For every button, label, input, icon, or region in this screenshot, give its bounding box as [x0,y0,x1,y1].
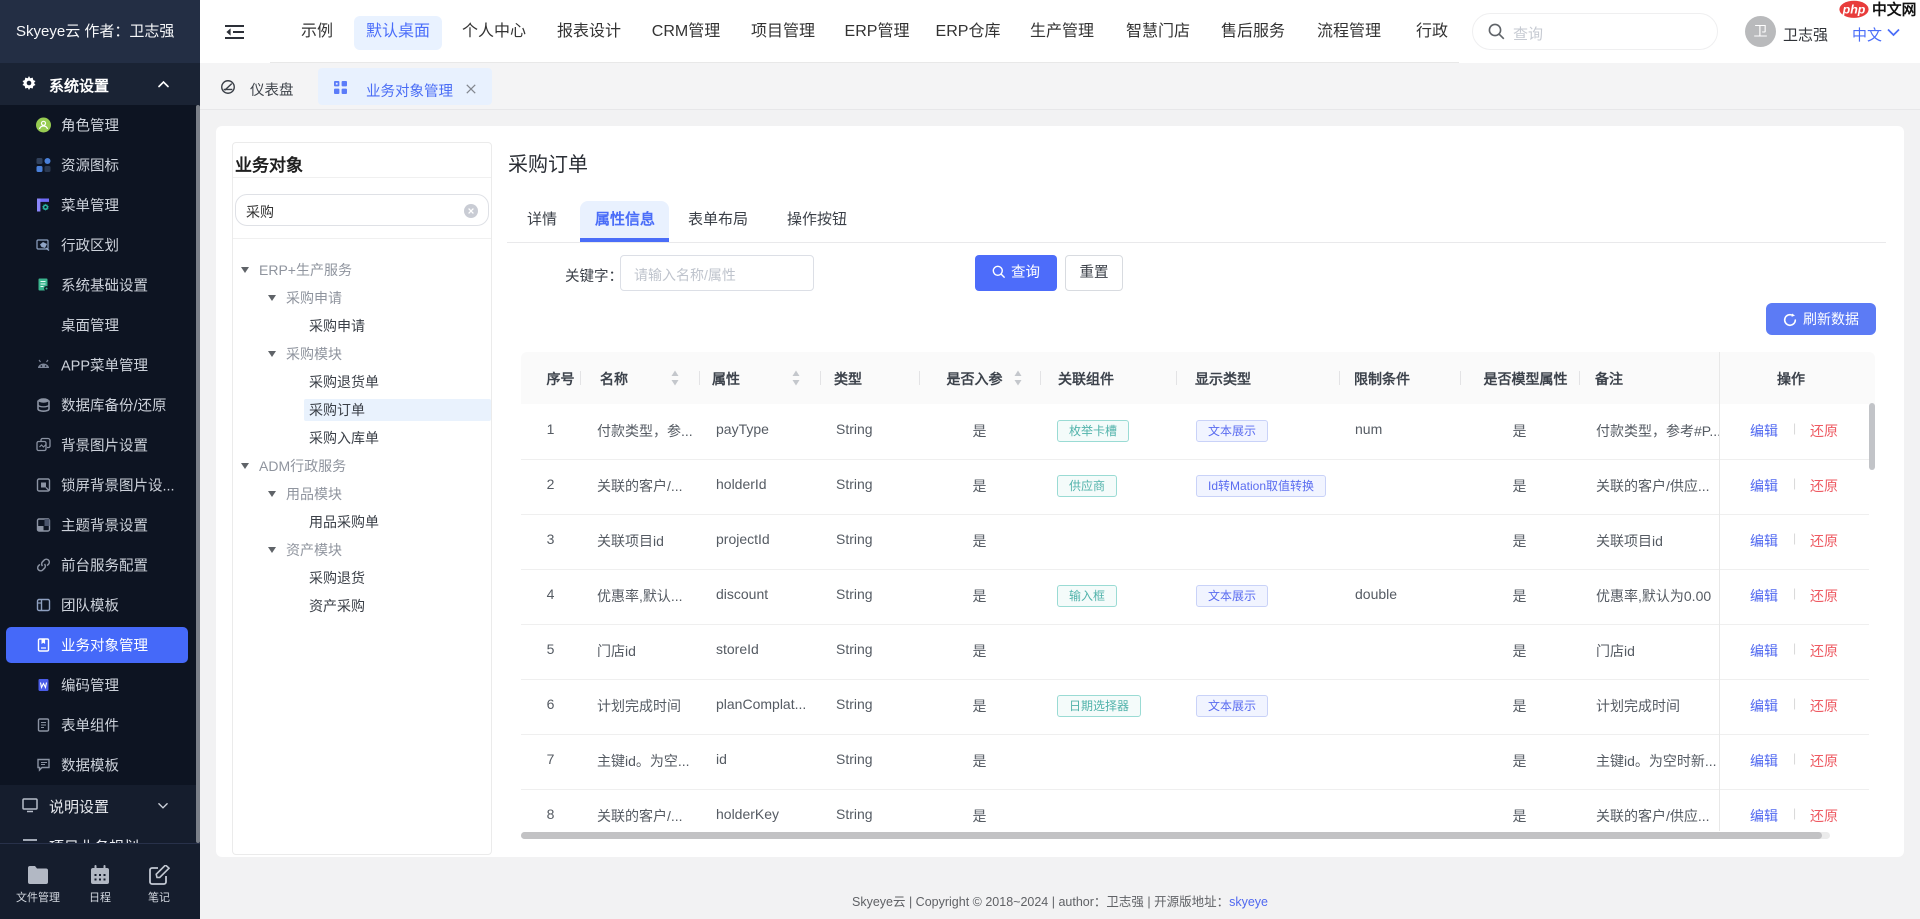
svg-text:php: php [1842,2,1866,16]
svg-text:中文网: 中文网 [1872,1,1916,19]
